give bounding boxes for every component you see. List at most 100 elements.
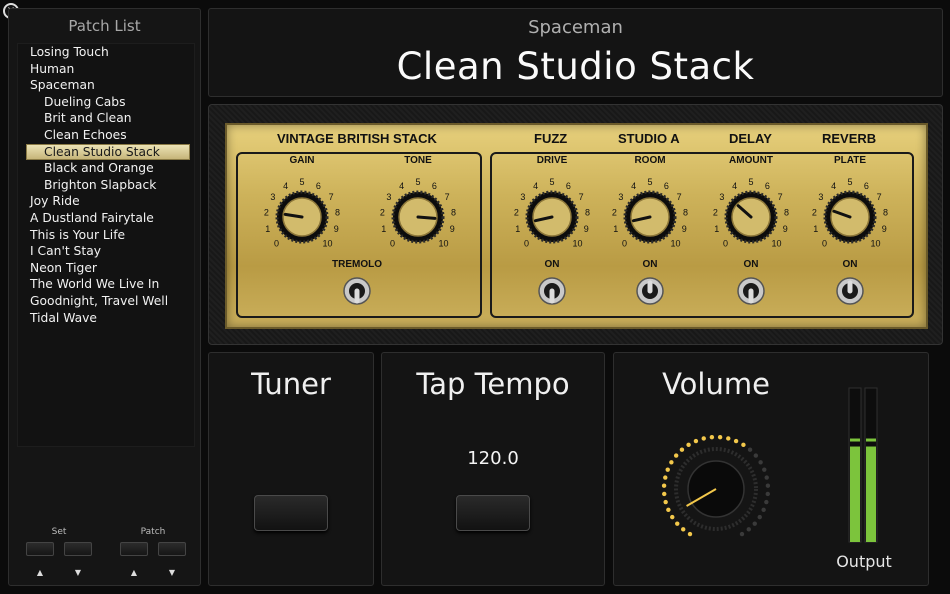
patch-item[interactable]: Losing Touch xyxy=(18,44,194,61)
tap-tempo-button[interactable] xyxy=(456,495,530,531)
patch-item[interactable]: Dueling Cabs xyxy=(18,94,194,111)
toggle-switch-icon[interactable] xyxy=(339,273,375,313)
patch-item[interactable]: Brit and Clean xyxy=(18,110,194,127)
scale-tick-label: 5 xyxy=(847,177,852,187)
patch-item[interactable]: Neon Tiger xyxy=(18,260,194,277)
volume-led xyxy=(762,467,767,472)
scale-tick-label: 8 xyxy=(451,207,456,217)
scale-tick-label: 7 xyxy=(877,192,882,202)
scale-tick-label: 2 xyxy=(264,207,269,217)
scale-tick-label: 5 xyxy=(415,177,420,187)
drive-knob[interactable]: DRIVE 0 1 2 3 4 5 6 7 8 9 10 xyxy=(504,155,600,263)
tap-tempo-title: Tap Tempo xyxy=(416,367,570,401)
toggle-switch-icon[interactable] xyxy=(733,273,769,313)
tone-knob-dial[interactable]: 01 234 5 678 910 xyxy=(370,167,466,263)
scale-tick-label: 6 xyxy=(765,181,770,191)
tremolo-switch[interactable]: TREMOLO xyxy=(327,259,387,319)
patch-item[interactable]: Goodnight, Travel Well xyxy=(18,293,194,310)
scale-tick-label: 3 xyxy=(719,192,724,202)
meter-level-bar xyxy=(866,446,876,542)
scale-tick-label: 3 xyxy=(520,192,525,202)
knob-pointer xyxy=(416,215,437,220)
amount-knob-dial[interactable]: 01 234 5 678 910 xyxy=(703,167,799,263)
scale-tick-label: 9 xyxy=(682,224,687,234)
patch-list[interactable]: Losing Touch Human Spaceman Dueling Cabs Bri… xyxy=(17,43,195,447)
patch-item[interactable]: Tidal Wave xyxy=(18,310,194,327)
scale-tick-label: 8 xyxy=(335,207,340,217)
toggle-switch-icon[interactable] xyxy=(832,273,868,313)
patch-item[interactable]: Joy Ride xyxy=(18,193,194,210)
gain-knob-dial[interactable]: 01 234 5 678 910 xyxy=(254,167,350,263)
scale-tick-label: 7 xyxy=(677,192,682,202)
patch-item[interactable]: Black and Orange xyxy=(18,160,194,177)
volume-led xyxy=(679,447,685,452)
volume-led xyxy=(757,514,762,520)
volume-knob[interactable] xyxy=(651,427,781,557)
plate-knob-dial[interactable]: 01 234 5 678 910 xyxy=(802,167,898,263)
patch-item[interactable]: Human xyxy=(18,61,194,78)
drive-knob-dial[interactable]: 01 234 5 678 910 xyxy=(504,167,600,263)
gain-knob[interactable]: GAIN 0 1 2 3 4 5 6 7 8 9 10 xyxy=(254,155,350,263)
scale-tick-label: 4 xyxy=(399,181,404,191)
scale-tick-label: 1 xyxy=(813,224,818,234)
toggle-switch-icon[interactable] xyxy=(632,273,668,313)
room-knob-dial[interactable]: 01 234 5 678 910 xyxy=(602,167,698,263)
patch-item-selected[interactable]: Clean Studio Stack xyxy=(26,143,190,161)
scale-tick-label: 5 xyxy=(647,177,652,187)
room-knob[interactable]: ROOM 0 1 2 3 4 5 6 7 8 9 10 xyxy=(602,155,698,263)
output-meter xyxy=(848,387,878,543)
amount-label: AMOUNT xyxy=(729,155,773,166)
scale-tick-label: 4 xyxy=(732,181,737,191)
reverb-switch[interactable]: ON xyxy=(820,259,880,319)
delay-switch[interactable]: ON xyxy=(721,259,781,319)
tempo-value: 120.0 xyxy=(467,448,519,469)
scale-tick-label: 4 xyxy=(533,181,538,191)
scale-tick-label: 0 xyxy=(822,238,827,248)
tone-knob[interactable]: TONE 0 1 2 3 4 5 6 7 8 9 10 xyxy=(370,155,466,263)
patch-name: Clean Studio Stack xyxy=(396,45,755,88)
toggle-switch-icon[interactable] xyxy=(534,273,570,313)
scale-tick-label: 5 xyxy=(549,177,554,187)
volume-led xyxy=(663,475,668,480)
next-set-button[interactable] xyxy=(64,542,92,556)
plate-knob[interactable]: PLATE 0 1 2 3 4 5 6 7 8 9 10 xyxy=(802,155,898,263)
scale-tick-label: 10 xyxy=(572,238,582,248)
patch-item[interactable]: Clean Echoes xyxy=(18,127,194,144)
fuzz-switch[interactable]: ON xyxy=(522,259,582,319)
scale-tick-label: 9 xyxy=(783,224,788,234)
scale-tick-label: 8 xyxy=(683,207,688,217)
meter-level-bar xyxy=(850,446,860,542)
studio-switch[interactable]: ON xyxy=(620,259,680,319)
volume-led xyxy=(666,507,671,513)
patch-item[interactable]: This is Your Life xyxy=(18,227,194,244)
amount-knob[interactable]: AMOUNT 0 1 2 3 4 5 6 7 8 9 10 xyxy=(703,155,799,263)
volume-led xyxy=(663,499,668,505)
patch-item[interactable]: A Dustland Fairytale xyxy=(18,210,194,227)
previous-set-button[interactable] xyxy=(26,542,54,556)
scale-tick-label: 6 xyxy=(316,181,321,191)
patch-item[interactable]: Brighton Slapback xyxy=(18,177,194,194)
patch-item[interactable]: The World We Live In xyxy=(18,276,194,293)
studio-heading: STUDIO A xyxy=(618,131,680,146)
volume-led xyxy=(746,527,751,532)
tap-tempo-panel: Tap Tempo 120.0 xyxy=(381,352,605,586)
scale-tick-label: 9 xyxy=(450,224,455,234)
scale-tick-label: 8 xyxy=(784,207,789,217)
volume-led xyxy=(701,436,706,441)
volume-led xyxy=(733,438,739,444)
volume-led xyxy=(687,531,693,537)
tuner-button[interactable] xyxy=(254,495,328,531)
tone-label: TONE xyxy=(404,155,432,166)
tuner-panel: Tuner xyxy=(208,352,374,586)
next-patch-button[interactable] xyxy=(158,542,186,556)
scale-tick-label: 7 xyxy=(329,192,334,202)
patch-navigation: Patch ▲ ▼ xyxy=(113,527,193,579)
scale-tick-label: 0 xyxy=(524,238,529,248)
patch-item[interactable]: I Can't Stay xyxy=(18,243,194,260)
volume-led xyxy=(670,514,675,520)
patch-item[interactable]: Spaceman xyxy=(18,77,194,94)
patch-list-sidebar: Patch List Losing Touch Human Spaceman Duel… xyxy=(8,8,201,586)
volume-led xyxy=(741,442,746,448)
previous-patch-button[interactable] xyxy=(120,542,148,556)
meter-peak-marker xyxy=(850,438,860,442)
